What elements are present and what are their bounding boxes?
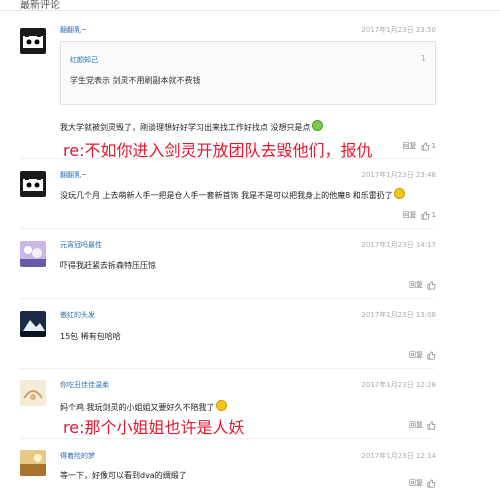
comment-text-content: 没玩几个月 上去萌新人手一把是仓人手一套新首饰 我是不是可以把我身上的他魔8 和… <box>60 191 393 200</box>
comment-text: 我大学就被剑灵毁了，刚谈理想好好学习出来找工作好找点 没想只是点 <box>60 120 323 133</box>
quoted-floor: 1 <box>420 54 426 63</box>
like-count: 1 <box>431 142 436 150</box>
divider <box>0 10 500 11</box>
reply-button[interactable]: 回复 <box>409 350 423 360</box>
comment-actions: 回复 <box>409 280 436 290</box>
thumbs-up-icon <box>421 211 430 219</box>
reply-button[interactable]: 回复 <box>409 478 423 488</box>
emoji-icon <box>215 400 227 411</box>
username[interactable]: 翻翻乳~ <box>60 170 87 180</box>
username[interactable]: 得着险的梦 <box>60 451 95 461</box>
like-button[interactable]: 1 <box>421 211 436 220</box>
divider <box>20 228 434 229</box>
thumbs-up-icon <box>427 281 436 289</box>
divider <box>20 158 434 159</box>
reply-button[interactable]: 回复 <box>409 420 423 430</box>
like-button[interactable]: 1 <box>421 142 436 151</box>
comment-text: 15包 稀有包哈哈 <box>60 332 121 341</box>
comment-actions: 回复 <box>409 478 436 488</box>
quoted-username[interactable]: 红颜知己 <box>70 55 98 65</box>
divider <box>20 368 434 369</box>
comment-actions: 回复 <box>409 420 436 430</box>
timestamp: 2017年1月23日 13:08 <box>361 311 436 319</box>
comment-actions: 回复 <box>409 350 436 360</box>
comment-text: 妈个鸡 我玩剑灵的小姐姐又要好久不陪我了 <box>60 400 227 413</box>
reply-annotation: re:那个小姐姐也许是人妖 <box>63 418 245 437</box>
comment-text: 吓得我赶紧去拆森特压压惊 <box>60 261 156 270</box>
comments-page: 最新评论 翻翻乳~ 2017年1月23日 23:50 红颜知己 1 学生党表示 … <box>0 0 500 489</box>
comment-text: 等一下，好像可以看到dva的绸缎了 <box>60 471 187 480</box>
timestamp: 2017年1月23日 14:17 <box>361 241 436 249</box>
divider <box>20 438 434 439</box>
like-button[interactable] <box>427 281 436 290</box>
username[interactable]: 傲红的头发 <box>60 310 95 320</box>
comment-text-content: 我大学就被剑灵毁了，刚谈理想好好学习出来找工作好找点 没想只是点 <box>60 123 311 132</box>
reply-button[interactable]: 回复 <box>403 141 417 151</box>
like-button[interactable] <box>427 479 436 488</box>
username[interactable]: 翻翻乳~ <box>60 25 87 35</box>
avatar[interactable] <box>20 28 46 54</box>
quoted-comment: 红颜知己 1 学生党表示 剑灵不用刷副本就不费钱 <box>60 41 436 105</box>
username[interactable]: 元宵冠吗最性 <box>60 240 102 250</box>
divider <box>20 298 434 299</box>
thumbs-up-icon <box>427 479 436 487</box>
like-count: 1 <box>431 211 436 219</box>
emoji-icon <box>311 120 323 131</box>
like-button[interactable] <box>427 421 436 430</box>
avatar[interactable] <box>20 311 46 337</box>
avatar[interactable] <box>20 171 46 197</box>
timestamp: 2017年1月23日 12:28 <box>361 381 436 389</box>
thumbs-up-icon <box>427 351 436 359</box>
thumbs-up-icon <box>427 421 436 429</box>
emoji-icon <box>393 188 405 199</box>
comment-actions: 回复 1 <box>403 210 436 220</box>
comment-actions: 回复 1 <box>403 141 436 151</box>
timestamp: 2017年1月23日 12:14 <box>361 452 436 460</box>
quoted-text: 学生党表示 剑灵不用刷副本就不费钱 <box>70 76 201 85</box>
timestamp: 2017年1月23日 23:48 <box>361 171 436 179</box>
reply-button[interactable]: 回复 <box>403 210 417 220</box>
like-button[interactable] <box>427 351 436 360</box>
timestamp: 2017年1月23日 23:50 <box>361 26 436 34</box>
avatar[interactable] <box>20 241 46 267</box>
comment-text: 没玩几个月 上去萌新人手一把是仓人手一套新首饰 我是不是可以把我身上的他魔8 和… <box>60 188 405 201</box>
reply-button[interactable]: 回复 <box>409 280 423 290</box>
username[interactable]: 你吃丑佳佳温柔 <box>60 380 109 390</box>
avatar[interactable] <box>20 450 46 476</box>
thumbs-up-icon <box>421 142 430 150</box>
avatar[interactable] <box>20 380 46 406</box>
comment-text-content: 妈个鸡 我玩剑灵的小姐姐又要好久不陪我了 <box>60 403 215 412</box>
